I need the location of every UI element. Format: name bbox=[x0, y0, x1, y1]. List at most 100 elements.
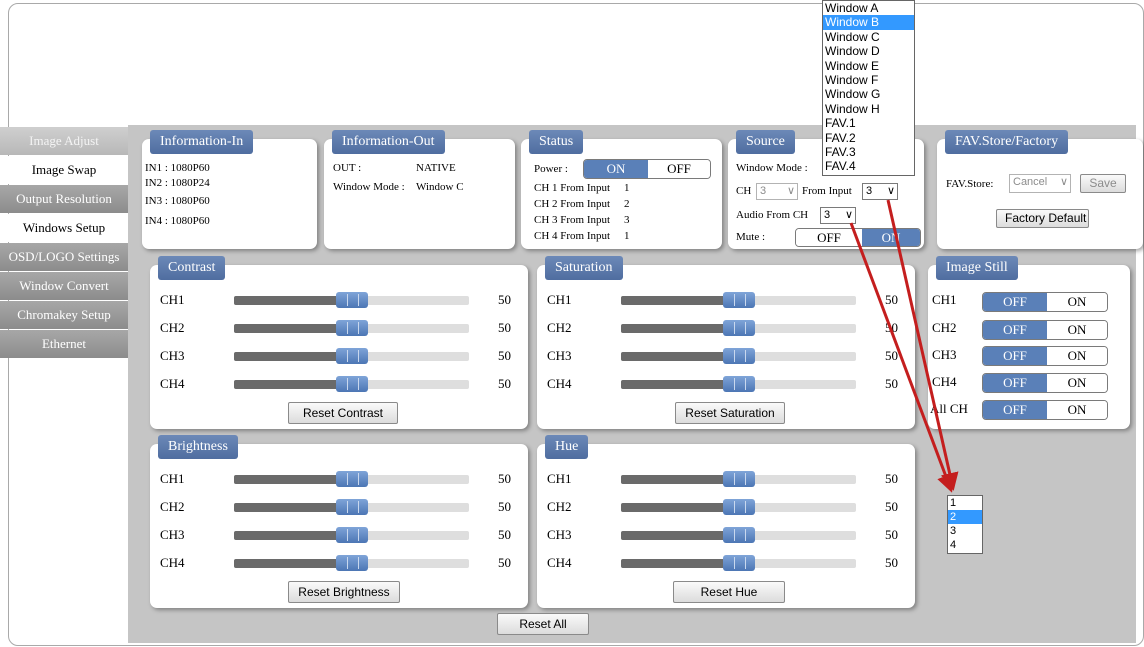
nav-item-windows-setup[interactable]: Windows Setup bbox=[0, 214, 128, 242]
still-ch4-off-option[interactable]: OFF bbox=[983, 374, 1047, 392]
window-mode-option[interactable]: FAV.2 bbox=[823, 131, 914, 145]
from-input-option[interactable]: 4 bbox=[948, 538, 982, 552]
still-ch1-off-option[interactable]: OFF bbox=[983, 293, 1047, 311]
window-mode-option[interactable]: FAV.4 bbox=[823, 159, 914, 173]
still-ch1-toggle[interactable]: OFF ON bbox=[982, 292, 1108, 312]
source-ch-select[interactable]: 3 ∨ bbox=[756, 183, 798, 200]
slider-thumb[interactable] bbox=[722, 348, 755, 364]
hue-ch1-slider[interactable] bbox=[621, 471, 856, 487]
reset-hue-button[interactable]: Reset Hue bbox=[673, 581, 785, 603]
source-title: Source bbox=[736, 130, 795, 154]
mute-toggle[interactable]: OFF ON bbox=[795, 228, 921, 247]
window-mode-option[interactable]: Window B bbox=[823, 15, 914, 30]
mute-off-option[interactable]: OFF bbox=[796, 229, 862, 246]
still-ch3-on-option[interactable]: ON bbox=[1047, 347, 1107, 365]
still-ch2-on-option[interactable]: ON bbox=[1047, 321, 1107, 339]
brightness-ch1-slider[interactable] bbox=[234, 471, 469, 487]
still-ch1-on-option[interactable]: ON bbox=[1047, 293, 1107, 311]
from-input-option[interactable]: 1 bbox=[948, 496, 982, 510]
still-ch4-on-option[interactable]: ON bbox=[1047, 374, 1107, 392]
slider-thumb[interactable] bbox=[335, 499, 368, 515]
window-mode-option[interactable]: Window C bbox=[823, 30, 914, 44]
slider-thumb[interactable] bbox=[722, 555, 755, 571]
mute-on-option[interactable]: ON bbox=[862, 229, 920, 246]
contrast-ch1-slider[interactable] bbox=[234, 292, 469, 308]
slider-thumb[interactable] bbox=[335, 376, 368, 392]
window-mode-option[interactable]: Window F bbox=[823, 73, 914, 87]
still-all-toggle[interactable]: OFF ON bbox=[982, 400, 1108, 420]
slider-thumb[interactable] bbox=[335, 527, 368, 543]
slider-thumb[interactable] bbox=[722, 320, 755, 336]
contrast-ch2-slider[interactable] bbox=[234, 320, 469, 336]
nav-item-chromakey-setup[interactable]: Chromakey Setup bbox=[0, 301, 128, 329]
slider-thumb[interactable] bbox=[335, 555, 368, 571]
still-ch4-toggle[interactable]: OFF ON bbox=[982, 373, 1108, 393]
power-off-option[interactable]: OFF bbox=[648, 160, 710, 178]
slider-thumb[interactable] bbox=[335, 320, 368, 336]
nav-item-ethernet[interactable]: Ethernet bbox=[0, 330, 128, 358]
reset-saturation-button[interactable]: Reset Saturation bbox=[675, 402, 785, 424]
hue-row-ch3: CH3 50 bbox=[537, 525, 915, 545]
slider-thumb[interactable] bbox=[722, 292, 755, 308]
still-ch2-off-option[interactable]: OFF bbox=[983, 321, 1047, 339]
fav-store-select[interactable]: Cancel ∨ bbox=[1009, 174, 1071, 193]
audio-from-ch-select[interactable]: 3 ∨ bbox=[820, 207, 856, 224]
contrast-ch3-slider[interactable] bbox=[234, 348, 469, 364]
slider-thumb[interactable] bbox=[722, 376, 755, 392]
power-toggle[interactable]: ON OFF bbox=[583, 159, 711, 179]
hue-row-ch1: CH1 50 bbox=[537, 469, 915, 489]
information-in-title: Information-In bbox=[150, 130, 254, 154]
still-all-on-option[interactable]: ON bbox=[1047, 401, 1107, 419]
saturation-ch2-slider[interactable] bbox=[621, 320, 856, 336]
saturation-ch3-slider[interactable] bbox=[621, 348, 856, 364]
channel-label: CH4 bbox=[160, 555, 185, 570]
brightness-ch4-slider[interactable] bbox=[234, 555, 469, 571]
from-input-option[interactable]: 3 bbox=[948, 524, 982, 538]
window-mode-option[interactable]: Window E bbox=[823, 59, 914, 73]
status-ch3-value: 3 bbox=[624, 214, 630, 226]
nav-item-image-swap[interactable]: Image Swap bbox=[0, 156, 128, 184]
slider-thumb[interactable] bbox=[335, 471, 368, 487]
window-mode-option[interactable]: Window D bbox=[823, 44, 914, 58]
channel-label: CH2 bbox=[160, 320, 185, 335]
brightness-ch3-slider[interactable] bbox=[234, 527, 469, 543]
slider-thumb[interactable] bbox=[722, 471, 755, 487]
still-ch2-toggle[interactable]: OFF ON bbox=[982, 320, 1108, 340]
window-mode-option[interactable]: FAV.3 bbox=[823, 145, 914, 159]
window-mode-option[interactable]: Window A bbox=[823, 1, 914, 15]
contrast-title: Contrast bbox=[158, 256, 226, 280]
still-all-off-option[interactable]: OFF bbox=[983, 401, 1047, 419]
window-mode-option[interactable]: Window G bbox=[823, 87, 914, 101]
slider-value: 50 bbox=[498, 348, 511, 363]
nav-item-osd-logo-settings[interactable]: OSD/LOGO Settings bbox=[0, 243, 128, 271]
slider-thumb[interactable] bbox=[722, 499, 755, 515]
slider-thumb[interactable] bbox=[335, 348, 368, 364]
from-input-select[interactable]: 3 ∨ bbox=[862, 183, 898, 200]
still-ch4-label: CH4 bbox=[932, 374, 957, 389]
save-button[interactable]: Save bbox=[1080, 174, 1126, 193]
hue-ch3-slider[interactable] bbox=[621, 527, 856, 543]
slider-thumb[interactable] bbox=[335, 292, 368, 308]
window-mode-option[interactable]: Window H bbox=[823, 102, 914, 116]
factory-default-button[interactable]: Factory Default bbox=[996, 209, 1089, 228]
power-label: Power : bbox=[534, 163, 568, 175]
saturation-ch1-slider[interactable] bbox=[621, 292, 856, 308]
slider-value: 50 bbox=[885, 376, 898, 391]
nav-item-window-convert[interactable]: Window Convert bbox=[0, 272, 128, 300]
reset-contrast-button[interactable]: Reset Contrast bbox=[288, 402, 398, 424]
slider-thumb[interactable] bbox=[722, 527, 755, 543]
nav-item-output-resolution[interactable]: Output Resolution bbox=[0, 185, 128, 213]
hue-ch2-slider[interactable] bbox=[621, 499, 856, 515]
window-mode-option[interactable]: FAV.1 bbox=[823, 116, 914, 130]
saturation-ch4-slider[interactable] bbox=[621, 376, 856, 392]
reset-brightness-button[interactable]: Reset Brightness bbox=[288, 581, 400, 603]
from-input-option[interactable]: 2 bbox=[948, 510, 982, 524]
still-ch3-toggle[interactable]: OFF ON bbox=[982, 346, 1108, 366]
brightness-ch2-slider[interactable] bbox=[234, 499, 469, 515]
contrast-ch4-slider[interactable] bbox=[234, 376, 469, 392]
hue-ch4-slider[interactable] bbox=[621, 555, 856, 571]
reset-all-button[interactable]: Reset All bbox=[497, 613, 589, 635]
power-on-option[interactable]: ON bbox=[584, 160, 648, 178]
still-ch3-off-option[interactable]: OFF bbox=[983, 347, 1047, 365]
nav-item-image-adjust[interactable]: Image Adjust bbox=[0, 127, 128, 155]
